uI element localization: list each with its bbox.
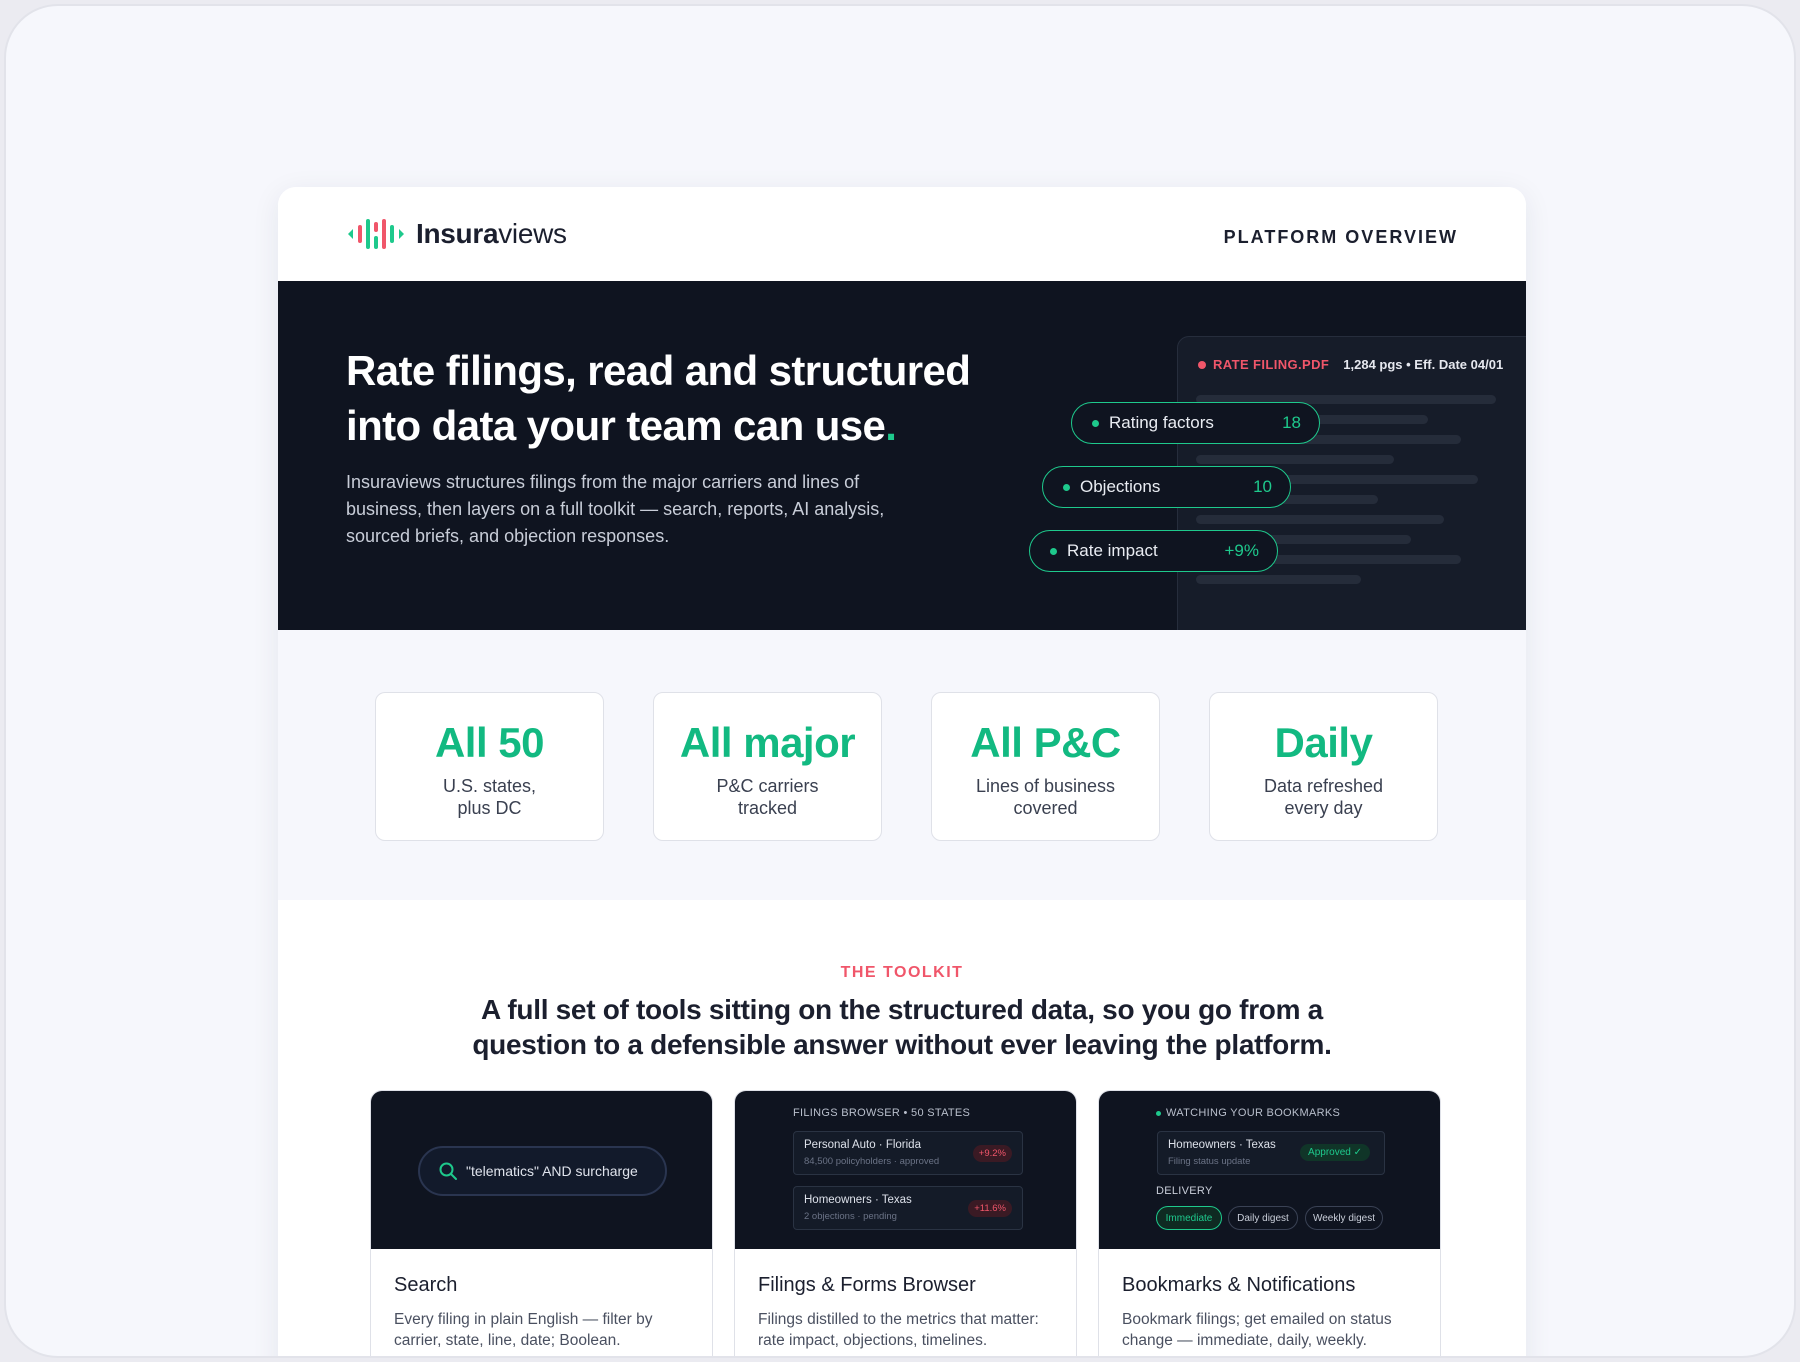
stat-card-daily: Daily Data refreshed every day: [1209, 692, 1438, 841]
card-description: Bookmark filings; get emailed on status …: [1122, 1311, 1392, 1349]
stat-card-carriers: All major P&C carriers tracked: [653, 692, 882, 841]
stats-section: All 50 U.S. states, plus DC All major P&C…: [278, 630, 1526, 900]
pill-rate-impact[interactable]: Rate impact +9%: [1029, 530, 1278, 572]
card-description: Filings distilled to the metrics that ma…: [758, 1311, 1039, 1349]
card-title: Bookmarks & Notifications: [1122, 1274, 1356, 1296]
hero-section: Rate filings, read and structured into d…: [278, 281, 1526, 630]
card-title: Filings & Forms Browser: [758, 1274, 976, 1296]
rate-badge: +9.2%: [972, 1145, 1012, 1162]
toolkit-eyebrow: THE TOOLKIT: [840, 964, 964, 981]
rate-badge: +11.6%: [968, 1200, 1012, 1217]
card-description: Every filing in plain English — filter b…: [394, 1311, 653, 1349]
pdf-file-name: RATE FILING.PDF: [1198, 357, 1329, 372]
browser-frame: Insuraviews PLATFORM OVERVIEW Rate filin…: [4, 4, 1796, 1358]
pdf-meta: 1,284 pgs • Eff. Date 04/01: [1343, 357, 1504, 372]
stat-card-lines: All P&C Lines of business covered: [931, 692, 1160, 841]
status-badge: Approved ✓: [1300, 1144, 1370, 1161]
card-bookmarks[interactable]: WATCHING YOUR BOOKMARKS Homeowners · Tex…: [1098, 1090, 1441, 1356]
delivery-label: DELIVERY: [1156, 1185, 1213, 1197]
platform-overview-label: PLATFORM OVERVIEW: [1223, 227, 1458, 247]
pill-objections[interactable]: Objections 10: [1042, 466, 1291, 508]
chip-daily-digest[interactable]: Daily digest: [1228, 1206, 1298, 1230]
search-icon: [439, 1162, 457, 1180]
brand-name: Insuraviews: [416, 218, 567, 249]
card-title: Search: [394, 1274, 458, 1296]
top-bar: Insuraviews PLATFORM OVERVIEW: [278, 187, 1526, 281]
search-input[interactable]: "telematics" AND surcharge: [418, 1146, 667, 1196]
logo[interactable]: Insuraviews: [346, 217, 567, 251]
card-bookmarks-visual: WATCHING YOUR BOOKMARKS Homeowners · Tex…: [1099, 1091, 1440, 1249]
pill-rating-factors[interactable]: Rating factors 18: [1071, 402, 1320, 444]
platform-overview-page: Insuraviews PLATFORM OVERVIEW Rate filin…: [278, 187, 1526, 1356]
chip-immediate[interactable]: Immediate: [1156, 1206, 1222, 1230]
card-filings-visual: FILINGS BROWSER • 50 STATES Personal Aut…: [735, 1091, 1076, 1249]
list-item[interactable]: Homeowners · Texas Filing status update …: [1157, 1131, 1385, 1175]
card-search-visual: "telematics" AND surcharge: [371, 1091, 712, 1249]
toolkit-section: THE TOOLKIT A full set of tools sitting …: [278, 900, 1526, 1356]
bars-logo-icon: [348, 219, 404, 249]
list-item[interactable]: Homeowners · Texas 2 objections · pendin…: [793, 1186, 1023, 1230]
stat-card-states: All 50 U.S. states, plus DC: [375, 692, 604, 841]
chip-weekly-digest[interactable]: Weekly digest: [1305, 1206, 1383, 1230]
card-filings-browser[interactable]: FILINGS BROWSER • 50 STATES Personal Aut…: [734, 1090, 1077, 1356]
hero-description: Insuraviews structures filings from the …: [346, 472, 885, 546]
card-search[interactable]: "telematics" AND surcharge Search Every …: [370, 1090, 713, 1356]
list-item[interactable]: Personal Auto · Florida 84,500 policyhol…: [793, 1131, 1023, 1175]
hero-title: Rate filings, read and structured into d…: [346, 347, 971, 449]
toolkit-title: A full set of tools sitting on the struc…: [472, 994, 1332, 1060]
